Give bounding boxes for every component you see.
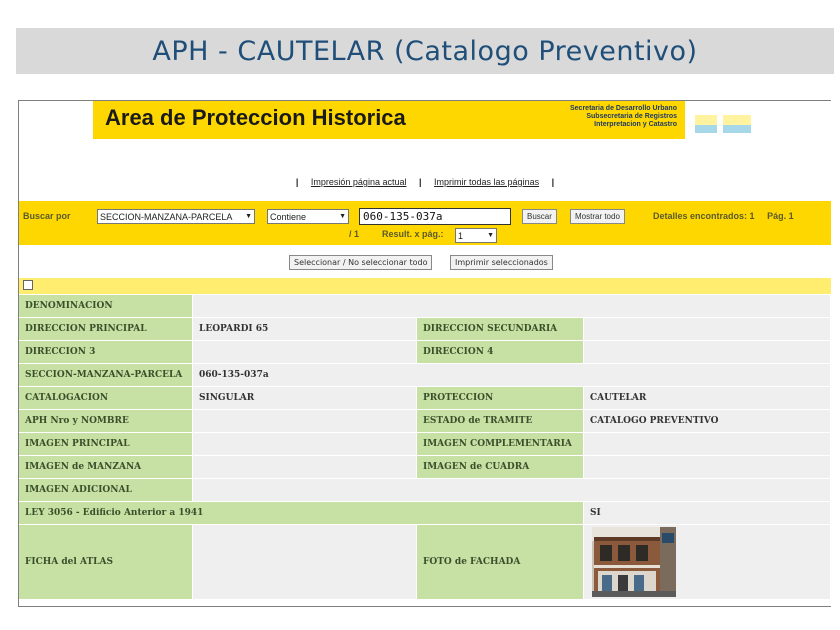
table-row: LEY 3056 - Edificio Anterior a 1941 SI xyxy=(19,502,831,525)
banner-title: Area de Proteccion Historica xyxy=(105,105,406,130)
page-total: / 1 xyxy=(349,229,360,239)
table-row: SECCION-MANZANA-PARCELA 060-135-037a xyxy=(19,364,831,387)
field-value xyxy=(193,410,417,433)
search-field-select[interactable]: SECCION-MANZANA-PARCELA ▼ xyxy=(97,209,255,224)
field-label: FICHA del ATLAS xyxy=(19,525,193,600)
field-label: LEY 3056 - Edificio Anterior a 1941 xyxy=(19,502,584,525)
print-links: | Impresión página actual | Imprimir tod… xyxy=(295,177,555,187)
field-value xyxy=(584,341,831,364)
logo-divider xyxy=(679,101,685,139)
search-operator-select[interactable]: Contiene ▼ xyxy=(267,209,349,224)
table-row: DENOMINACION xyxy=(19,295,831,318)
field-label: DIRECCION 3 xyxy=(19,341,193,364)
field-value: CATALOGO PREVENTIVO xyxy=(584,410,831,433)
print-all-pages-link[interactable]: Imprimir todas las páginas xyxy=(434,177,539,187)
browser-frame: Area de Proteccion Historica Secretaria … xyxy=(18,100,831,607)
field-label: ESTADO de TRAMITE xyxy=(417,410,584,433)
select-all-button[interactable]: Seleccionar / No seleccionar todo xyxy=(289,255,433,270)
table-row: IMAGEN ADICIONAL xyxy=(19,479,831,502)
select-record-checkbox[interactable] xyxy=(23,280,33,290)
field-value: LEOPARDI 65 xyxy=(193,318,417,341)
table-row: APH Nro y NOMBRE ESTADO de TRAMITE CATAL… xyxy=(19,410,831,433)
ba-logo-icon xyxy=(695,115,751,133)
slide-title: APH - CAUTELAR (Catalogo Preventivo) xyxy=(152,35,698,67)
field-label: DIRECCION SECUNDARIA xyxy=(417,318,584,341)
field-label: DIRECCION 4 xyxy=(417,341,584,364)
header-banner: Area de Proteccion Historica Secretaria … xyxy=(93,101,683,139)
show-all-button[interactable]: Mostrar todo xyxy=(570,209,625,224)
search-bar: Buscar por SECCION-MANZANA-PARCELA ▼ Cont… xyxy=(19,201,831,245)
field-value: SI xyxy=(584,502,831,525)
slide-title-bar: APH - CAUTELAR (Catalogo Preventivo) xyxy=(16,28,834,74)
field-label: SECCION-MANZANA-PARCELA xyxy=(19,364,193,387)
table-row: IMAGEN de MANZANA IMAGEN de CUADRA xyxy=(19,456,831,479)
chevron-down-icon: ▼ xyxy=(245,213,252,220)
field-value xyxy=(193,295,831,318)
facade-photo[interactable] xyxy=(592,527,676,597)
table-row: DIRECCION PRINCIPAL LEOPARDI 65 DIRECCIO… xyxy=(19,318,831,341)
per-page-label: Result. x pág.: xyxy=(382,229,444,239)
field-value xyxy=(193,433,417,456)
field-value xyxy=(193,341,417,364)
field-label: APH Nro y NOMBRE xyxy=(19,410,193,433)
field-value: SINGULAR xyxy=(193,387,417,410)
selection-actions: Seleccionar / No seleccionar todo Imprim… xyxy=(19,253,831,273)
page-number: Pág. 1 xyxy=(767,211,794,221)
field-value xyxy=(193,456,417,479)
field-label: FOTO de FACHADA xyxy=(417,525,584,600)
table-row: DIRECCION 3 DIRECCION 4 xyxy=(19,341,831,364)
field-label: IMAGEN COMPLEMENTARIA xyxy=(417,433,584,456)
search-button[interactable]: Buscar xyxy=(522,209,557,224)
table-row: IMAGEN PRINCIPAL IMAGEN COMPLEMENTARIA xyxy=(19,433,831,456)
field-label: DIRECCION PRINCIPAL xyxy=(19,318,193,341)
field-value: CAUTELAR xyxy=(584,387,831,410)
field-label: PROTECCION xyxy=(417,387,584,410)
field-label: IMAGEN de CUADRA xyxy=(417,456,584,479)
field-label: IMAGEN ADICIONAL xyxy=(19,479,193,502)
chevron-down-icon: ▼ xyxy=(339,213,346,220)
search-by-label: Buscar por xyxy=(23,211,71,221)
field-label: IMAGEN de MANZANA xyxy=(19,456,193,479)
select-row-bar xyxy=(19,278,831,294)
table-row: FICHA del ATLAS FOTO de FACHADA xyxy=(19,525,831,600)
print-selected-button[interactable]: Imprimir seleccionados xyxy=(450,255,553,270)
chevron-down-icon: ▼ xyxy=(487,232,494,239)
field-label: DENOMINACION xyxy=(19,295,193,318)
field-value xyxy=(584,318,831,341)
field-value xyxy=(193,525,417,600)
field-value xyxy=(193,479,831,502)
record-table: DENOMINACION DIRECCION PRINCIPAL LEOPARD… xyxy=(19,295,831,600)
field-value xyxy=(584,456,831,479)
per-page-select[interactable]: 1 ▼ xyxy=(455,228,497,243)
print-current-page-link[interactable]: Impresión página actual xyxy=(311,177,407,187)
table-row: CATALOGACION SINGULAR PROTECCION CAUTELA… xyxy=(19,387,831,410)
results-count: 1 xyxy=(749,211,755,221)
field-label: IMAGEN PRINCIPAL xyxy=(19,433,193,456)
search-input[interactable]: 060-135-037a xyxy=(359,208,511,225)
secretaria-text: Secretaria de Desarrollo Urbano Subsecre… xyxy=(570,105,677,128)
field-value xyxy=(584,433,831,456)
field-label: CATALOGACION xyxy=(19,387,193,410)
facade-photo-cell xyxy=(584,525,831,600)
results-found: Detalles encontrados: 1 Pág. 1 xyxy=(653,211,794,221)
field-value: 060-135-037a xyxy=(193,364,831,387)
